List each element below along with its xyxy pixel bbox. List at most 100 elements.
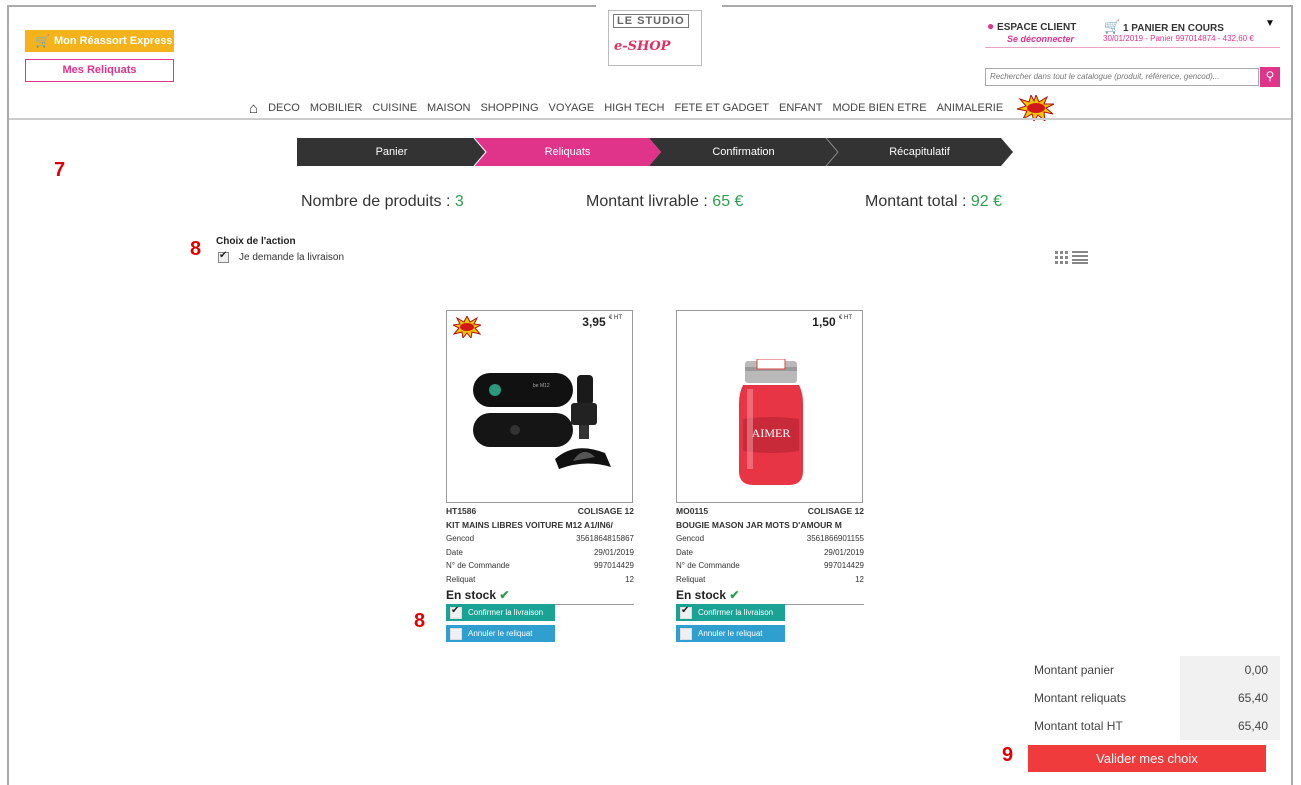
nav-item-high-tech[interactable]: HIGH TECH: [604, 102, 664, 114]
nav-item-cuisine[interactable]: CUISINE: [372, 102, 417, 114]
cancel-backorder-button[interactable]: Annuler le reliquat: [446, 625, 555, 642]
product-card[interactable]: 1,50 € HT AIMER: [676, 310, 863, 503]
nav-item-voyage[interactable]: VOYAGE: [549, 102, 595, 114]
request-delivery-label: Je demande la livraison: [239, 252, 345, 263]
gencod-value: 3561866901155: [806, 534, 864, 543]
product-name[interactable]: KIT MAINS LIBRES VOITURE M12 A1/IN6/: [446, 519, 634, 533]
promo-burst-icon: [451, 314, 483, 343]
order-label: N° de Commande: [446, 561, 510, 570]
current-cart-link[interactable]: 🛒 1 PANIER EN COURS: [1104, 19, 1224, 35]
nav-item-enfant[interactable]: ENFANT: [779, 102, 822, 114]
reliquat-label: Reliquat: [676, 574, 706, 584]
logout-link[interactable]: Se déconnecter: [1007, 34, 1074, 44]
nav-item-fete-gadget[interactable]: FETE ET GADGET: [675, 102, 770, 114]
header-bottom-border: [9, 118, 1291, 120]
action-choice-title: Choix de l'action: [216, 236, 296, 247]
product-image: AIMER: [739, 359, 803, 485]
cart-summary: 30/01/2019 - Panier 997014874 - 432,60 €: [1103, 34, 1254, 43]
price-unit: € HT: [838, 315, 852, 321]
stat-products: Nombre de produits : 3: [301, 193, 464, 211]
stat-total-label: Montant total :: [865, 193, 967, 210]
logo-top-text: LE STUDIO: [613, 14, 689, 28]
totals-label: Montant total HT: [1034, 719, 1123, 733]
express-restock-label: Mon Réassort Express: [53, 35, 173, 47]
step-confirmation[interactable]: Confirmation: [649, 138, 838, 166]
request-delivery-checkbox[interactable]: [218, 250, 229, 263]
nav-item-maison[interactable]: MAISON: [427, 102, 470, 114]
cancel-backorder-label: Annuler le reliquat: [468, 629, 533, 638]
cart-icon: 🛒: [1104, 19, 1121, 34]
stat-deliverable-label: Montant livrable :: [586, 193, 708, 210]
reliquat-label: Reliquat: [446, 574, 476, 584]
home-icon[interactable]: ⌂: [249, 100, 258, 117]
search-input[interactable]: Rechercher dans tout le catalogue (produ…: [985, 68, 1259, 86]
date-label: Date: [676, 547, 693, 557]
step-recapitulatif[interactable]: Récapitulatif: [826, 138, 1013, 166]
cancel-backorder-button[interactable]: Annuler le reliquat: [676, 625, 785, 642]
stat-deliverable: Montant livrable : 65 €: [586, 193, 743, 211]
nav-item-deco[interactable]: DECO: [268, 102, 300, 114]
totals-label: Montant panier: [1034, 663, 1115, 677]
grid-view-icon[interactable]: [1055, 251, 1068, 269]
order-label: N° de Commande: [676, 561, 740, 570]
nav-item-mode-bien-etre[interactable]: MODE BIEN ETRE: [832, 102, 926, 114]
site-logo[interactable]: LE STUDIO e-SHOP: [608, 10, 702, 66]
date-label: Date: [446, 547, 463, 557]
reliquat-value: 12: [625, 574, 634, 584]
check-icon: ✔: [729, 588, 740, 602]
gencod-value: 3561864815867: [576, 534, 634, 543]
client-area-link[interactable]: ● ESPACE CLIENT: [987, 19, 1076, 33]
totals-label: Montant reliquats: [1034, 691, 1127, 705]
confirm-delivery-checkbox[interactable]: [680, 605, 692, 619]
annotation-8: 8: [414, 610, 426, 632]
stock-status: En stock ✔: [446, 586, 634, 605]
cancel-backorder-checkbox[interactable]: [680, 627, 692, 640]
step-panier[interactable]: Panier: [297, 138, 486, 166]
annotation-9: 9: [1002, 744, 1014, 766]
stat-total-value: 92 €: [970, 193, 1002, 210]
product-colisage: COLISAGE 12: [577, 506, 634, 516]
gencod-label: Gencod: [446, 534, 475, 543]
cart-icon: 🛒: [35, 34, 50, 48]
check-icon: ✔: [499, 588, 510, 602]
price-value: 1,50: [812, 315, 836, 329]
search-icon: ⚲: [1265, 69, 1275, 83]
price-unit: € HT: [608, 315, 622, 321]
cancel-backorder-checkbox[interactable]: [450, 627, 462, 640]
chevron-down-icon[interactable]: ▼: [1265, 18, 1275, 29]
confirm-delivery-button[interactable]: Confirmer la livraison: [446, 604, 555, 621]
stock-status: En stock ✔: [676, 586, 864, 605]
stat-products-value: 3: [454, 193, 464, 210]
product-name[interactable]: BOUGIE MASON JAR MOTS D'AMOUR M: [676, 519, 864, 533]
checkout-steps: Panier Reliquats Confirmation Récapitula…: [297, 138, 1013, 166]
confirm-delivery-button[interactable]: Confirmer la livraison: [676, 604, 785, 621]
cancel-backorder-label: Annuler le reliquat: [698, 629, 763, 638]
confirm-delivery-checkbox[interactable]: [450, 605, 462, 619]
logo-sub-text: e-SHOP: [614, 39, 671, 54]
totals-row: Montant panier 0,00: [1026, 656, 1280, 684]
logo-gap: [596, 0, 722, 10]
stock-label: En stock: [676, 588, 727, 602]
totals-value: 0,00: [1180, 656, 1280, 684]
validate-choices-button[interactable]: Valider mes choix: [1028, 745, 1266, 772]
list-view-icon[interactable]: [1072, 251, 1088, 269]
product-card[interactable]: 3,95 € HT be M12: [446, 310, 633, 503]
header-divider: [985, 47, 1280, 48]
date-value: 29/01/2019: [823, 547, 864, 557]
nav-item-shopping[interactable]: SHOPPING: [480, 102, 538, 114]
nav-item-mobilier[interactable]: MOBILIER: [310, 102, 363, 114]
annotation-8: 8: [190, 238, 202, 260]
stat-total: Montant total : 92 €: [865, 193, 1002, 211]
totals-table: Montant panier 0,00 Montant reliquats 65,4…: [1026, 656, 1280, 740]
my-backorders-button[interactable]: Mes Reliquats: [25, 59, 174, 82]
totals-value: 65,40: [1180, 684, 1280, 712]
svg-text:be M12: be M12: [533, 383, 550, 389]
nav-item-animalerie[interactable]: ANIMALERIE: [937, 102, 1004, 114]
express-restock-button[interactable]: 🛒 Mon Réassort Express: [25, 30, 174, 52]
search-button[interactable]: ⚲: [1260, 67, 1280, 87]
product-price: 1,50 € HT: [812, 315, 852, 329]
price-value: 3,95: [582, 315, 606, 329]
product-price: 3,95 € HT: [582, 315, 622, 329]
request-delivery-option[interactable]: Je demande la livraison: [218, 250, 345, 263]
step-reliquats[interactable]: Reliquats: [474, 138, 661, 166]
